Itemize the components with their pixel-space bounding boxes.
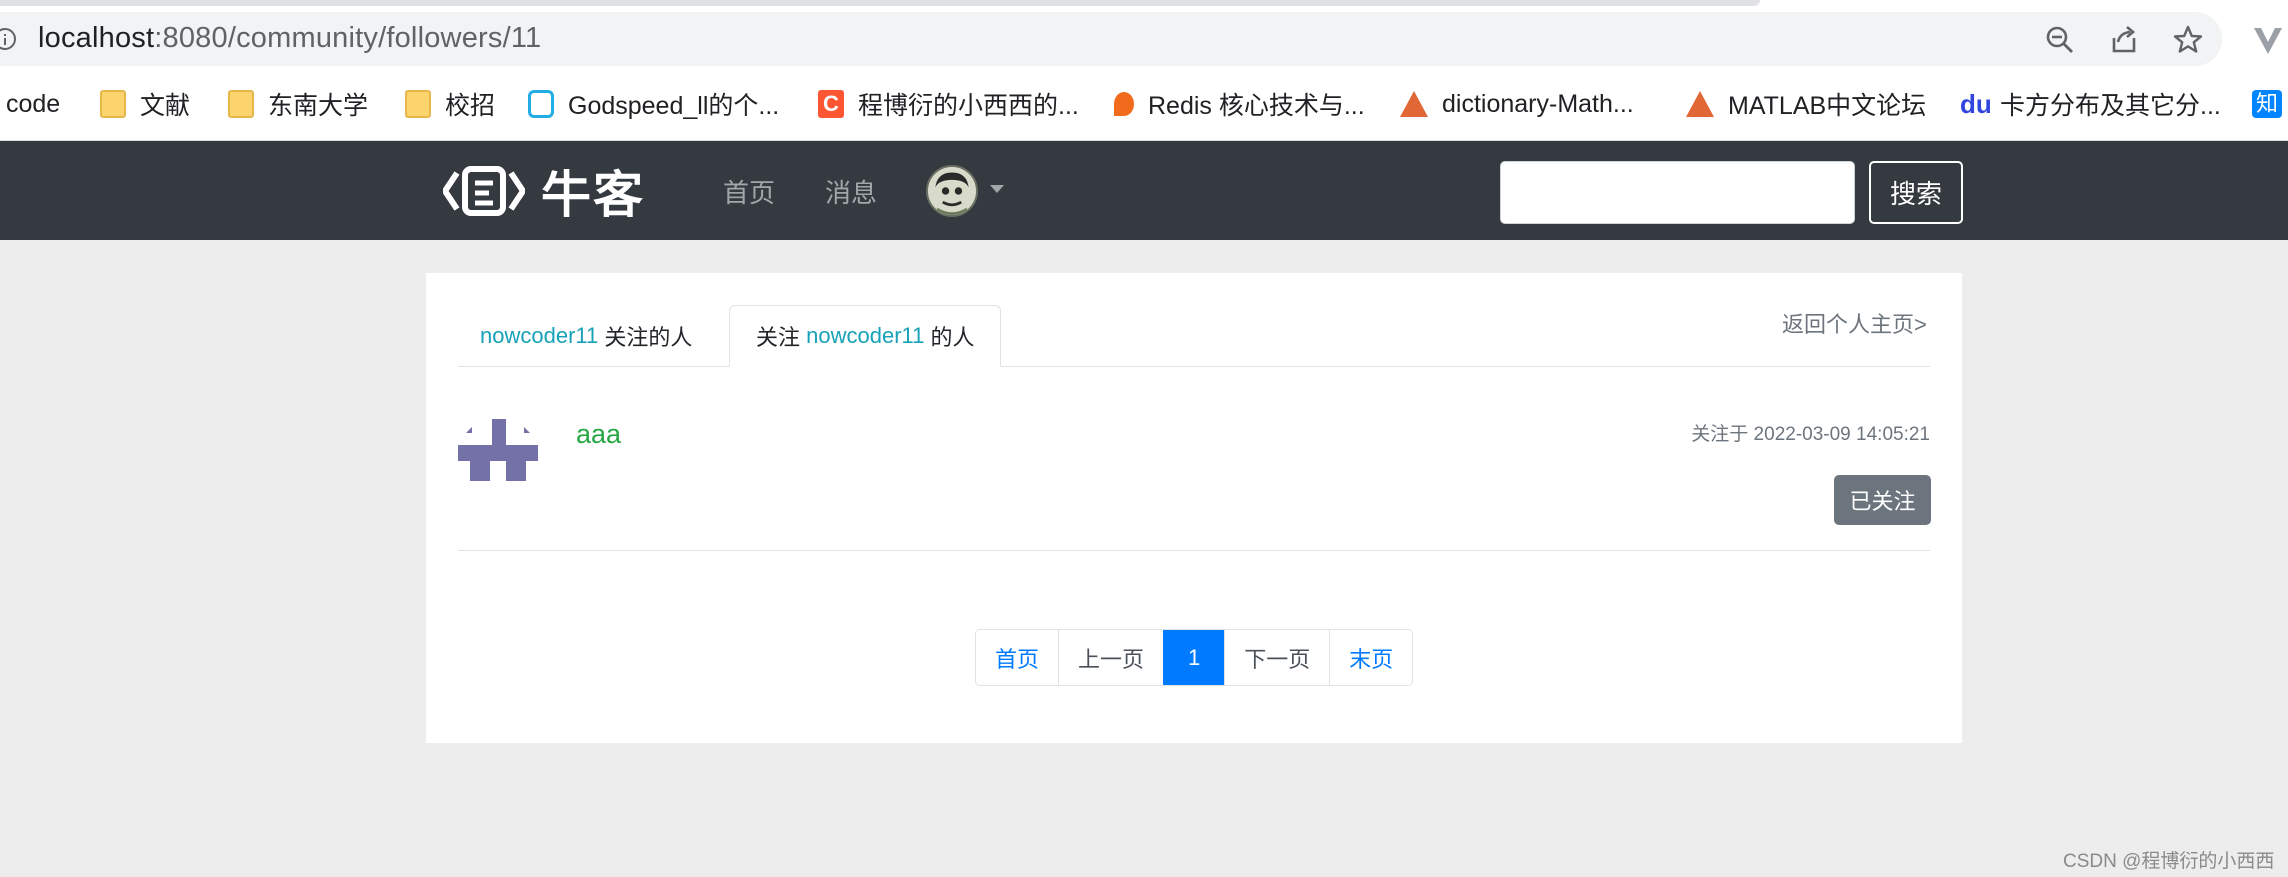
bookmark-label: MATLAB中文论坛 — [1728, 92, 1927, 120]
bookmark-label: Redis 核心技术与... — [1148, 92, 1365, 120]
page-next-button[interactable]: 下一页 — [1224, 630, 1330, 685]
tab-label-text: 关注的人 — [598, 325, 693, 350]
bookmark-label: 卡方分布及其它分... — [2000, 92, 2221, 120]
tab-strip — [0, 0, 1760, 6]
bookmark-csdn-blog[interactable]: C 程博衍的小西西的... — [818, 84, 1079, 124]
url-host: localhost — [38, 22, 155, 54]
bookmark-seu[interactable]: 东南大学 — [228, 84, 368, 124]
brand-name: 牛客 — [541, 167, 645, 223]
bookmark-godspeed[interactable]: Godspeed_ll的个... — [528, 84, 779, 124]
user-avatar[interactable] — [926, 165, 978, 217]
followers-card: nowcoder11 关注的人 关注 nowcoder11 的人 返回个人主页>… — [426, 273, 1962, 743]
bookmark-zhihu[interactable]: 知 — [2252, 84, 2288, 124]
bookmark-label: 文献 — [140, 92, 191, 120]
share-icon[interactable] — [2108, 24, 2140, 56]
chevron-down-icon[interactable] — [990, 185, 1004, 193]
matlab-icon — [1686, 91, 1714, 117]
tab-followees[interactable]: nowcoder11 关注的人 — [480, 305, 692, 367]
bookmarks-bar: code 文献 东南大学 校招 Godspeed_ll的个... C 程博衍的小… — [0, 68, 2288, 141]
page-last-button[interactable]: 末页 — [1329, 630, 1413, 685]
tab-username: nowcoder11 — [480, 323, 599, 348]
bookmark-wenxian[interactable]: 文献 — [100, 84, 190, 124]
bookmark-label: dictionary-Math... — [1442, 89, 1634, 118]
folder-icon — [405, 90, 431, 118]
bookmark-label: code — [6, 89, 61, 118]
page-first-button[interactable]: 首页 — [976, 630, 1059, 685]
follow-timestamp: 关注于 2022-03-09 14:05:21 — [1691, 424, 1930, 445]
nowcoder-logo-icon — [443, 166, 525, 216]
extension-v-icon[interactable] — [2252, 24, 2288, 56]
bookmark-code[interactable]: code — [6, 84, 60, 124]
bookmark-label: Godspeed_ll的个... — [568, 92, 780, 120]
bookmark-label: 东南大学 — [268, 92, 369, 120]
nav-messages-link[interactable]: 消息 — [825, 173, 877, 210]
bookmark-star-icon[interactable] — [2172, 24, 2204, 56]
zoom-out-icon[interactable] — [2044, 24, 2076, 56]
folder-icon — [228, 90, 254, 118]
folder-icon — [100, 90, 126, 118]
followed-button[interactable]: 已关注 — [1834, 475, 1931, 525]
tab-label-text: 关注 — [756, 325, 807, 350]
bookmark-label: 程博衍的小西西的... — [858, 92, 1079, 120]
bookmark-matlab-forum[interactable]: MATLAB中文论坛 — [1686, 84, 1926, 124]
baidu-icon: du — [1960, 89, 1992, 119]
search-button[interactable]: 搜索 — [1869, 161, 1963, 224]
page-prev-button[interactable]: 上一页 — [1058, 630, 1164, 685]
pagination: 首页 上一页 1 下一页 末页 — [975, 629, 1414, 686]
follower-avatar[interactable] — [458, 419, 538, 499]
url-path: :8080/community/followers/11 — [154, 22, 542, 54]
browser-address-bar: localhost:8080/community/followers/11 — [0, 0, 2288, 68]
user-avatar-image — [928, 167, 976, 215]
bookmark-dictionary-math[interactable]: dictionary-Math... — [1400, 84, 1634, 124]
follower-name-link[interactable]: aaa — [576, 419, 621, 450]
tab-username: nowcoder11 — [806, 323, 925, 348]
bilibili-icon — [528, 90, 554, 118]
nav-home-link[interactable]: 首页 — [723, 173, 775, 210]
search-input[interactable] — [1500, 161, 1855, 224]
back-to-profile-link[interactable]: 返回个人主页> — [1782, 307, 1927, 339]
bookmark-xiaozhao[interactable]: 校招 — [405, 84, 495, 124]
zhihu-icon: 知 — [2252, 90, 2282, 118]
page-current-button[interactable]: 1 — [1163, 630, 1225, 685]
matlab-icon — [1400, 91, 1428, 117]
tab-followers[interactable]: 关注 nowcoder11 的人 — [729, 305, 1002, 367]
brand-logo[interactable]: 牛客 — [443, 163, 645, 223]
bookmark-label: 校招 — [445, 92, 496, 120]
tab-label-text: 的人 — [924, 325, 975, 350]
url-text[interactable]: localhost:8080/community/followers/11 — [38, 22, 541, 55]
bookmark-redis[interactable]: Redis 核心技术与... — [1114, 84, 1365, 124]
row-divider — [458, 550, 1930, 551]
csdn-icon: C — [818, 90, 844, 118]
csdn-watermark: CSDN @程博衍的小西西 — [2063, 851, 2275, 872]
bookmark-chi-square[interactable]: du 卡方分布及其它分... — [1960, 84, 2221, 124]
site-navbar: 牛客 首页 消息 搜索 — [0, 141, 2288, 240]
redis-icon — [1114, 92, 1134, 116]
